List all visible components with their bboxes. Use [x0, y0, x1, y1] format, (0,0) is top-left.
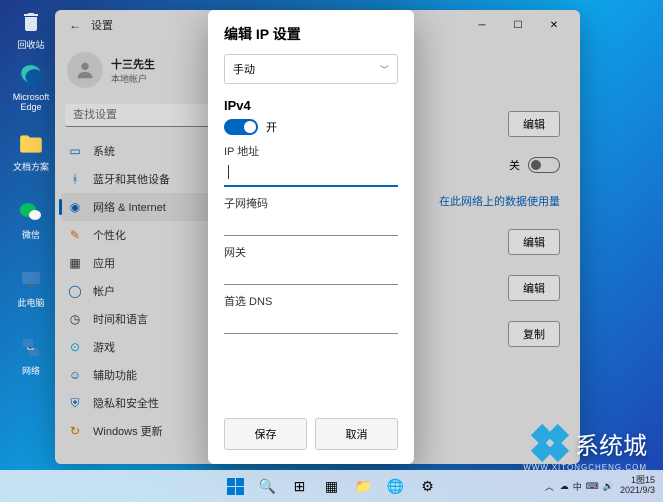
- ipv4-toggle[interactable]: [224, 119, 258, 135]
- copy-button[interactable]: 复制: [508, 321, 560, 347]
- user-subtitle: 本地帐户: [111, 72, 155, 85]
- desktop-thispc[interactable]: 此电脑: [10, 266, 52, 309]
- dns-label: 首选 DNS: [224, 293, 398, 309]
- nav-accessibility[interactable]: ☺辅助功能: [55, 361, 223, 389]
- save-button[interactable]: 保存: [224, 418, 307, 450]
- edge-taskbar-icon[interactable]: 🌐: [382, 472, 410, 500]
- ip-mode-select[interactable]: 手动 ﹀: [224, 54, 398, 84]
- accessibility-icon: ☺: [67, 367, 83, 383]
- volume-tray-icon[interactable]: 🔊: [603, 481, 614, 492]
- edit-button-3[interactable]: 编辑: [508, 275, 560, 301]
- nav-accounts[interactable]: ◯帐户: [55, 277, 223, 305]
- close-button[interactable]: ✕: [536, 10, 572, 40]
- search-taskbar-icon[interactable]: 🔍: [254, 472, 282, 500]
- user-name: 十三先生: [111, 56, 155, 72]
- minimize-button[interactable]: ─: [464, 10, 500, 40]
- desktop-recycle-bin[interactable]: 回收站: [10, 8, 52, 51]
- widgets-icon[interactable]: ▦: [318, 472, 346, 500]
- ime-mode-icon[interactable]: ⌨: [586, 481, 599, 492]
- ime-indicator[interactable]: 中: [573, 480, 582, 493]
- nav-gaming[interactable]: ⊙游戏: [55, 333, 223, 361]
- chevron-down-icon: ﹀: [380, 63, 389, 76]
- off-label: 关: [509, 157, 520, 173]
- nav-network[interactable]: ◉网络 & Internet: [61, 193, 217, 221]
- watermark: 系统城: [531, 424, 647, 462]
- edge-icon: [17, 62, 45, 90]
- start-button[interactable]: [222, 472, 250, 500]
- nav-apps[interactable]: ▦应用: [55, 249, 223, 277]
- sidebar: 十三先生 本地帐户 ▭系统 ᚼ蓝牙和其他设备 ◉网络 & Internet ✎个…: [55, 40, 223, 464]
- toggle-on-label: 开: [266, 119, 277, 135]
- user-block[interactable]: 十三先生 本地帐户: [55, 48, 223, 100]
- subnet-input[interactable]: [224, 211, 398, 236]
- system-icon: ▭: [67, 143, 83, 159]
- desktop-folder[interactable]: 文档方案: [10, 130, 52, 173]
- nav-time[interactable]: ◷时间和语言: [55, 305, 223, 333]
- nav-personalization[interactable]: ✎个性化: [55, 221, 223, 249]
- toggle-metered[interactable]: [528, 157, 560, 173]
- cancel-button[interactable]: 取消: [315, 418, 398, 450]
- recycle-bin-icon: [17, 8, 45, 36]
- desktop-network[interactable]: 网络: [10, 334, 52, 377]
- avatar-icon: [67, 52, 103, 88]
- update-icon: ↻: [67, 423, 83, 439]
- bluetooth-icon: ᚼ: [67, 171, 83, 187]
- edit-button-2[interactable]: 编辑: [508, 229, 560, 255]
- ip-address-label: IP 地址: [224, 143, 398, 159]
- dns-input[interactable]: [224, 309, 398, 334]
- gateway-input[interactable]: [224, 260, 398, 285]
- search-input[interactable]: [65, 104, 213, 127]
- ip-settings-dialog: 编辑 IP 设置 手动 ﹀ IPv4 开 IP 地址 子网掩码 网关 首选 DN…: [208, 10, 414, 464]
- watermark-logo-icon: [523, 416, 577, 470]
- taskview-icon[interactable]: ⊞: [286, 472, 314, 500]
- gaming-icon: ⊙: [67, 339, 83, 355]
- subnet-label: 子网掩码: [224, 195, 398, 211]
- apps-icon: ▦: [67, 255, 83, 271]
- desktop-wechat[interactable]: 微信: [10, 198, 52, 241]
- ip-address-input[interactable]: [224, 159, 398, 187]
- gateway-label: 网关: [224, 244, 398, 260]
- data-usage-link[interactable]: 在此网络上的数据使用量: [439, 193, 560, 209]
- tray-chevron-icon[interactable]: ︿: [545, 480, 554, 493]
- dialog-title: 编辑 IP 设置: [224, 24, 398, 44]
- settings-taskbar-icon[interactable]: ⚙: [414, 472, 442, 500]
- network-icon: [17, 334, 45, 362]
- clock-icon: ◷: [67, 311, 83, 327]
- back-button[interactable]: ←: [63, 18, 87, 32]
- person-icon: ◯: [67, 283, 83, 299]
- maximize-button[interactable]: ☐: [500, 10, 536, 40]
- nav-bluetooth[interactable]: ᚼ蓝牙和其他设备: [55, 165, 223, 193]
- nav-privacy[interactable]: ⛨隐私和安全性: [55, 389, 223, 417]
- wifi-icon: ◉: [67, 199, 83, 215]
- desktop-edge[interactable]: Microsoft Edge: [10, 62, 52, 112]
- window-title: 设置: [91, 17, 113, 33]
- edit-button-1[interactable]: 编辑: [508, 111, 560, 137]
- onedrive-tray-icon[interactable]: ☁: [560, 481, 569, 492]
- explorer-icon[interactable]: 📁: [350, 472, 378, 500]
- ipv4-heading: IPv4: [224, 98, 398, 113]
- monitor-icon: [17, 266, 45, 294]
- folder-icon: [17, 130, 45, 158]
- taskbar: 🔍 ⊞ ▦ 📁 🌐 ⚙ ︿ ☁ 中 ⌨ 🔊 1图15 2021/9/3: [0, 470, 663, 502]
- nav-update[interactable]: ↻Windows 更新: [55, 417, 223, 445]
- taskbar-clock[interactable]: 1图15 2021/9/3: [620, 476, 655, 496]
- wechat-icon: [17, 198, 45, 226]
- brush-icon: ✎: [67, 227, 83, 243]
- shield-icon: ⛨: [67, 395, 83, 411]
- nav-system[interactable]: ▭系统: [55, 137, 223, 165]
